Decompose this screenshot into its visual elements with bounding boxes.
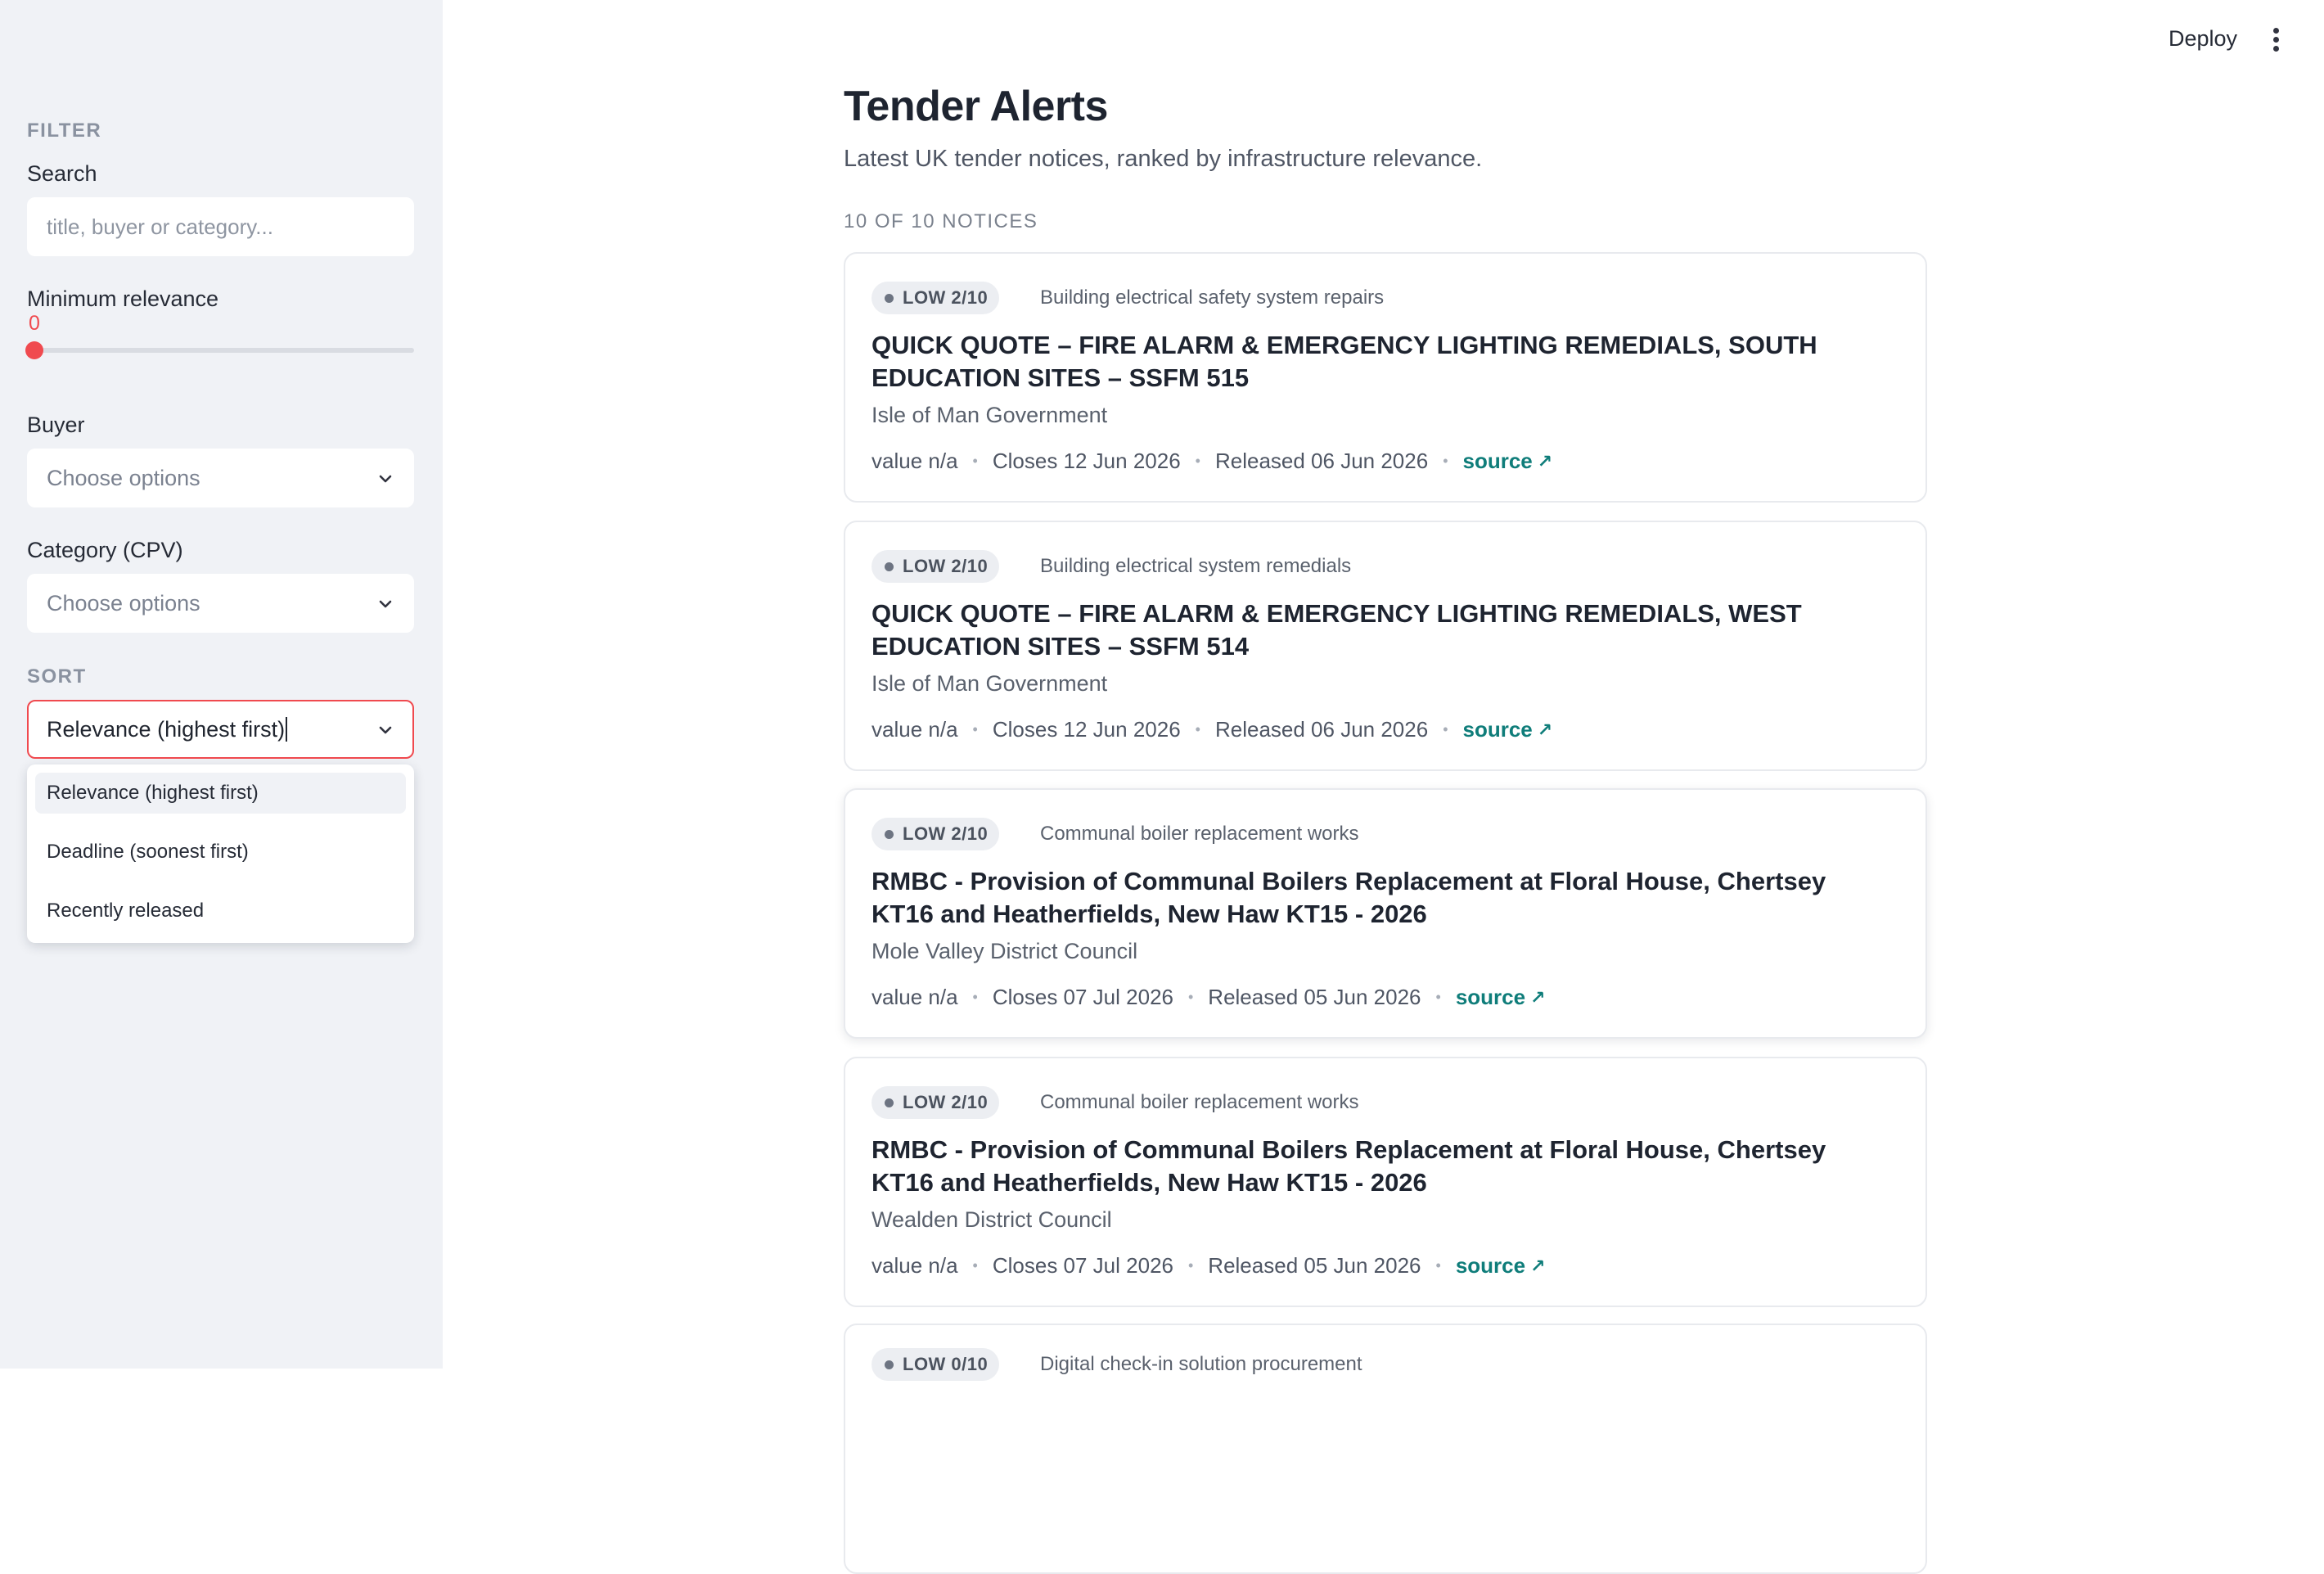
- search-input[interactable]: [27, 197, 414, 256]
- badge-dot-icon: [885, 830, 894, 839]
- relevance-badge: LOW 0/10: [872, 1348, 1000, 1381]
- notice-closes: Closes 07 Jul 2026: [992, 985, 1173, 1009]
- meta-separator: •: [1195, 453, 1200, 469]
- badge-dot-icon: [885, 294, 894, 303]
- relevance-badge: LOW 2/10: [872, 1086, 1000, 1119]
- external-link-icon[interactable]: ↗: [1530, 1256, 1545, 1277]
- notice-released: Released 05 Jun 2026: [1208, 1253, 1421, 1278]
- sort-option-deadline[interactable]: Deadline (soonest first): [35, 832, 406, 873]
- notice-meta: value n/a • Closes 07 Jul 2026 • Release…: [872, 1253, 1546, 1279]
- notice-meta: value n/a • Closes 12 Jun 2026 • Release…: [872, 717, 1552, 742]
- notice-buyer: Mole Valley District Council: [872, 939, 1138, 963]
- notice-closes: Closes 12 Jun 2026: [992, 449, 1181, 473]
- notice-released: Released 05 Jun 2026: [1208, 985, 1421, 1009]
- sort-selected-value: Relevance (highest first): [47, 716, 286, 742]
- notice-closes: Closes 12 Jun 2026: [992, 717, 1181, 742]
- deploy-button[interactable]: Deploy: [2169, 26, 2237, 52]
- meta-separator: •: [1187, 1257, 1194, 1274]
- badge-dot-icon: [885, 1098, 894, 1107]
- meta-separator: •: [1435, 1257, 1441, 1274]
- meta-separator: •: [1443, 453, 1448, 469]
- notice-category: Digital check-in solution procurement: [1040, 1353, 1362, 1375]
- category-multiselect[interactable]: Choose options: [27, 574, 414, 633]
- filter-heading: FILTER: [27, 120, 102, 142]
- meta-separator: •: [1187, 989, 1194, 1005]
- chevron-down-icon: [379, 726, 392, 734]
- notice-buyer: Isle of Man Government: [872, 403, 1108, 427]
- relevance-badge-label: LOW 0/10: [903, 1354, 989, 1374]
- notice-title[interactable]: QUICK QUOTE – FIRE ALARM & EMERGENCY LIG…: [872, 598, 1878, 663]
- sort-select[interactable]: Relevance (highest first): [27, 700, 414, 759]
- notice-category: Communal boiler replacement works: [1040, 1091, 1359, 1113]
- meta-separator: •: [1435, 989, 1441, 1005]
- notice-value: value n/a: [872, 717, 958, 742]
- badge-dot-icon: [885, 1360, 894, 1369]
- notice-title[interactable]: RMBC - Provision of Communal Boilers Rep…: [872, 1134, 1878, 1199]
- meta-separator: •: [972, 721, 978, 737]
- external-link-icon[interactable]: ↗: [1538, 719, 1552, 741]
- buyer-multiselect[interactable]: Choose options: [27, 449, 414, 507]
- chevron-down-icon: [379, 475, 392, 483]
- notice-category: Building electrical system remedials: [1040, 555, 1352, 577]
- meta-separator: •: [972, 989, 978, 1005]
- notice-category: Building electrical safety system repair…: [1040, 286, 1385, 309]
- source-link[interactable]: source: [1463, 449, 1533, 474]
- chevron-down-icon: [379, 600, 392, 608]
- notice-meta: value n/a • Closes 12 Jun 2026 • Release…: [872, 449, 1552, 474]
- meta-separator: •: [972, 453, 978, 469]
- sidebar: FILTER Search Minimum relevance 0 Buyer …: [0, 0, 443, 1369]
- page-subtitle: Latest UK tender notices, ranked by infr…: [844, 146, 1483, 172]
- min-relevance-slider-thumb[interactable]: [25, 341, 43, 359]
- sort-option-relevance[interactable]: Relevance (highest first): [35, 773, 406, 814]
- source-link[interactable]: source: [1456, 985, 1525, 1010]
- min-relevance-label: Minimum relevance: [27, 286, 219, 311]
- notice-value: value n/a: [872, 449, 958, 473]
- search-label: Search: [27, 161, 97, 186]
- text-caret: [286, 717, 288, 742]
- notice-card: LOW 2/10 Building electrical safety syst…: [844, 252, 1927, 503]
- relevance-badge: LOW 2/10: [872, 818, 1000, 850]
- notice-card: LOW 2/10 Building electrical system reme…: [844, 521, 1927, 771]
- kebab-menu-icon[interactable]: [2272, 28, 2280, 52]
- external-link-icon[interactable]: ↗: [1538, 451, 1552, 472]
- notice-count: 10 OF 10 NOTICES: [844, 210, 1038, 232]
- meta-separator: •: [1443, 721, 1448, 737]
- notice-card: LOW 0/10 Digital check-in solution procu…: [844, 1324, 1927, 1574]
- relevance-badge-label: LOW 2/10: [903, 556, 989, 576]
- external-link-icon[interactable]: ↗: [1530, 987, 1545, 1008]
- relevance-badge-label: LOW 2/10: [903, 823, 989, 844]
- sort-heading: SORT: [27, 665, 87, 688]
- sort-option-recent[interactable]: Recently released: [35, 891, 406, 931]
- buyer-placeholder: Choose options: [47, 465, 200, 490]
- relevance-badge-label: LOW 2/10: [903, 287, 989, 308]
- notice-card: LOW 2/10 Communal boiler replacement wor…: [844, 788, 1927, 1039]
- notice-meta: value n/a • Closes 07 Jul 2026 • Release…: [872, 985, 1546, 1010]
- notice-card: LOW 2/10 Communal boiler replacement wor…: [844, 1057, 1927, 1307]
- min-relevance-slider-track[interactable]: [31, 348, 414, 353]
- notice-value: value n/a: [872, 985, 958, 1009]
- relevance-badge: LOW 2/10: [872, 550, 1000, 583]
- notice-title[interactable]: QUICK QUOTE – FIRE ALARM & EMERGENCY LIG…: [872, 329, 1878, 395]
- notice-released: Released 06 Jun 2026: [1214, 449, 1429, 473]
- sort-dropdown-menu: Relevance (highest first) Deadline (soon…: [27, 764, 414, 943]
- source-link[interactable]: source: [1456, 1253, 1525, 1279]
- category-label: Category (CPV): [27, 538, 183, 562]
- notice-buyer: Wealden District Council: [872, 1207, 1112, 1232]
- relevance-badge-label: LOW 2/10: [903, 1092, 989, 1112]
- source-link[interactable]: source: [1463, 717, 1533, 742]
- notice-closes: Closes 07 Jul 2026: [992, 1253, 1173, 1278]
- relevance-badge: LOW 2/10: [872, 282, 1000, 314]
- notice-title[interactable]: RMBC - Provision of Communal Boilers Rep…: [872, 865, 1878, 931]
- notice-released: Released 06 Jun 2026: [1214, 717, 1429, 742]
- min-relevance-value: 0: [29, 312, 40, 335]
- buyer-label: Buyer: [27, 413, 85, 437]
- notice-buyer: Isle of Man Government: [872, 671, 1108, 696]
- notice-value: value n/a: [872, 1253, 958, 1278]
- badge-dot-icon: [885, 562, 894, 571]
- meta-separator: •: [972, 1257, 978, 1274]
- page-title: Tender Alerts: [844, 83, 1108, 130]
- notice-category: Communal boiler replacement works: [1040, 823, 1359, 845]
- meta-separator: •: [1195, 721, 1200, 737]
- category-placeholder: Choose options: [47, 590, 200, 616]
